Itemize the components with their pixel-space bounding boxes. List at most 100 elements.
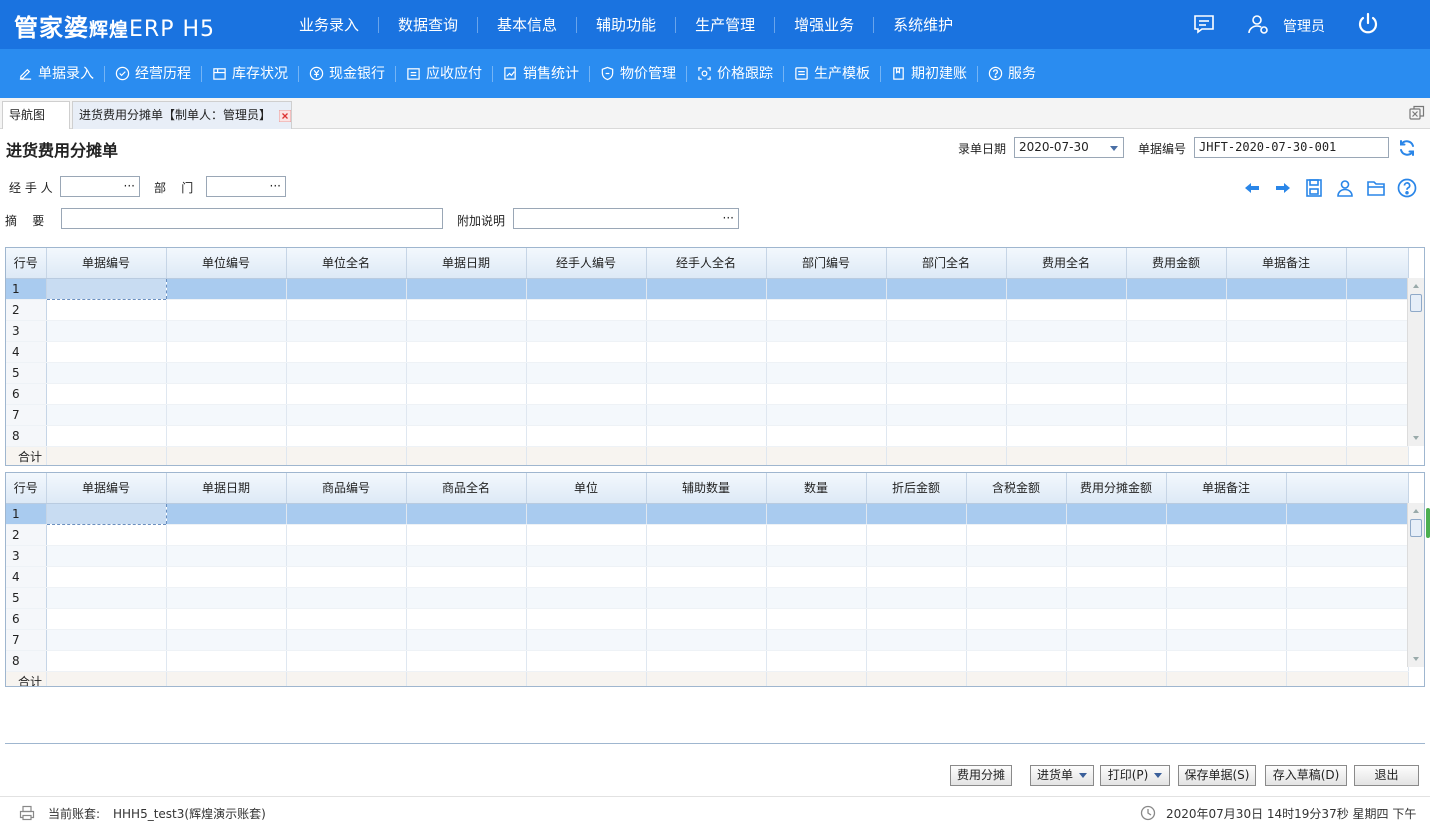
- vertical-scrollbar[interactable]: [1407, 503, 1424, 667]
- vertical-scrollbar[interactable]: [1407, 278, 1424, 446]
- table-row[interactable]: 5: [6, 362, 1409, 384]
- top-nav-item[interactable]: 数据查询: [379, 16, 479, 33]
- table-cell[interactable]: [766, 524, 867, 546]
- column-header[interactable]: 费用金额: [1126, 248, 1227, 279]
- table-cell[interactable]: [166, 629, 287, 651]
- power-icon[interactable]: [1355, 11, 1381, 37]
- table-cell[interactable]: [1006, 362, 1127, 384]
- table-cell[interactable]: [966, 566, 1067, 588]
- table-cell[interactable]: [1226, 362, 1347, 384]
- table-cell[interactable]: [286, 650, 407, 672]
- table-cell[interactable]: [1006, 425, 1127, 447]
- table-cell[interactable]: [1166, 524, 1287, 546]
- table-cell[interactable]: [766, 587, 867, 609]
- table-cell[interactable]: [1226, 320, 1347, 342]
- column-header[interactable]: 部门全名: [886, 248, 1007, 279]
- table-cell[interactable]: [646, 383, 767, 405]
- table-cell[interactable]: [286, 383, 407, 405]
- help-icon[interactable]: [1397, 178, 1417, 198]
- top-nav-item[interactable]: 系统维护: [874, 17, 972, 33]
- table-row[interactable]: 6: [6, 383, 1409, 405]
- table-cell[interactable]: [45, 277, 167, 300]
- table-cell[interactable]: [646, 341, 767, 363]
- table-cell[interactable]: [966, 524, 1067, 546]
- table-cell[interactable]: [1166, 629, 1287, 651]
- table-row[interactable]: 5: [6, 587, 1409, 609]
- table-cell[interactable]: [1066, 587, 1167, 609]
- table-cell[interactable]: [1006, 278, 1127, 300]
- table-cell[interactable]: [766, 341, 887, 363]
- table-cell[interactable]: [1226, 278, 1347, 300]
- table-cell[interactable]: [166, 362, 287, 384]
- table-cell[interactable]: [1126, 425, 1227, 447]
- table-row[interactable]: 3: [6, 320, 1409, 342]
- column-header[interactable]: 费用分摊金额: [1066, 473, 1167, 504]
- ellipsis-icon[interactable]: ···: [124, 177, 135, 196]
- table-cell[interactable]: [526, 524, 647, 546]
- table-cell[interactable]: [286, 545, 407, 567]
- table-cell[interactable]: [886, 425, 1007, 447]
- purchase-order-button[interactable]: 进货单: [1030, 765, 1094, 786]
- table-cell[interactable]: [966, 608, 1067, 630]
- table-cell[interactable]: [766, 650, 867, 672]
- table-cell[interactable]: [406, 587, 527, 609]
- table-cell[interactable]: [286, 608, 407, 630]
- table-cell[interactable]: [766, 545, 867, 567]
- table-cell[interactable]: [46, 608, 167, 630]
- table-cell[interactable]: [1126, 299, 1227, 321]
- table-cell[interactable]: [526, 566, 647, 588]
- top-nav-item[interactable]: 业务录入: [280, 16, 380, 33]
- table-cell[interactable]: [646, 545, 767, 567]
- column-header[interactable]: 部门编号: [766, 248, 887, 279]
- table-cell[interactable]: [526, 404, 647, 426]
- table-cell[interactable]: [286, 587, 407, 609]
- table-row[interactable]: 8: [6, 650, 1409, 672]
- scroll-thumb[interactable]: [1410, 519, 1422, 537]
- toolbar-item-voucher-entry[interactable]: 单据录入: [8, 65, 105, 82]
- scroll-up-icon[interactable]: [1413, 284, 1419, 288]
- table-cell[interactable]: [406, 545, 527, 567]
- top-nav-item[interactable]: 生产管理: [676, 16, 776, 33]
- table-cell[interactable]: [406, 404, 527, 426]
- table-cell[interactable]: [286, 524, 407, 546]
- arrow-right-icon[interactable]: [1273, 178, 1293, 198]
- toolbar-item-receivable[interactable]: 应收应付: [396, 65, 493, 82]
- table-cell[interactable]: [646, 650, 767, 672]
- table-cell[interactable]: [406, 503, 527, 525]
- save-disk-icon[interactable]: [1304, 178, 1324, 198]
- table-cell[interactable]: [406, 629, 527, 651]
- table-cell[interactable]: [286, 299, 407, 321]
- column-header[interactable]: 单位: [526, 473, 647, 504]
- column-header[interactable]: 经手人编号: [526, 248, 647, 279]
- toolbar-item-sales-stats[interactable]: 销售统计: [493, 65, 590, 82]
- table-cell[interactable]: [166, 503, 287, 525]
- table-cell[interactable]: [886, 404, 1007, 426]
- number-field[interactable]: JHFT-2020-07-30-001: [1194, 137, 1389, 158]
- table-row[interactable]: 6: [6, 608, 1409, 630]
- table-cell[interactable]: [646, 524, 767, 546]
- table-cell[interactable]: [46, 587, 167, 609]
- column-header[interactable]: 单据编号: [46, 473, 167, 504]
- table-cell[interactable]: [766, 278, 887, 300]
- column-header[interactable]: 商品编号: [286, 473, 407, 504]
- table-cell[interactable]: [646, 425, 767, 447]
- table-cell[interactable]: [46, 362, 167, 384]
- column-header[interactable]: 辅助数量: [646, 473, 767, 504]
- table-cell[interactable]: [45, 502, 167, 525]
- table-cell[interactable]: [1006, 341, 1127, 363]
- table-cell[interactable]: [646, 566, 767, 588]
- table-cell[interactable]: [286, 278, 407, 300]
- tab-navigation[interactable]: 导航图: [2, 101, 70, 129]
- table-cell[interactable]: [646, 278, 767, 300]
- table-cell[interactable]: [1226, 383, 1347, 405]
- exit-button[interactable]: 退出: [1354, 765, 1419, 786]
- table-cell[interactable]: [886, 299, 1007, 321]
- table-cell[interactable]: [1066, 608, 1167, 630]
- table-cell[interactable]: [866, 524, 967, 546]
- toolbar-item-opening-accounts[interactable]: 期初建账: [881, 65, 978, 82]
- table-cell[interactable]: [526, 341, 647, 363]
- table-cell[interactable]: [766, 362, 887, 384]
- table-cell[interactable]: [46, 320, 167, 342]
- table-cell[interactable]: [646, 362, 767, 384]
- table-cell[interactable]: [1006, 320, 1127, 342]
